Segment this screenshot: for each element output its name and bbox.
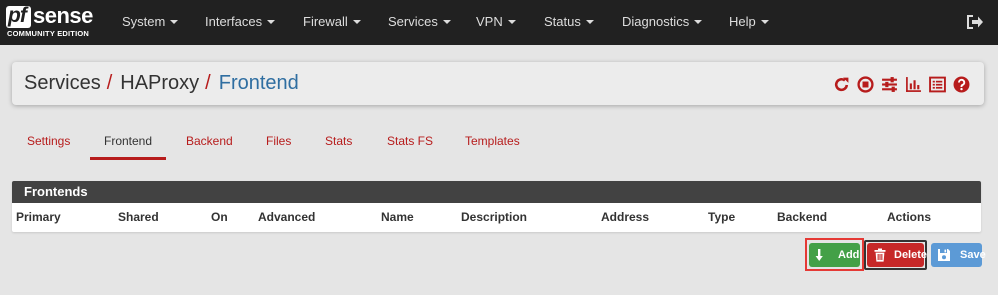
breadcrumb: Services / HAProxy / Frontend	[24, 71, 299, 95]
settings-sliders-icon[interactable]	[881, 76, 898, 93]
column-header-advanced: Advanced	[258, 210, 316, 224]
tab-stats[interactable]: Stats	[325, 134, 352, 148]
stop-icon[interactable]	[857, 75, 874, 93]
delete-button-label: Delete	[894, 249, 928, 261]
nav-menu-label: Diagnostics	[622, 14, 690, 29]
logo-name: sense	[33, 3, 93, 28]
nav-menu-diagnostics[interactable]: Diagnostics	[622, 14, 703, 29]
nav-menu-label: Services	[388, 14, 438, 29]
nav-menu-label: System	[122, 14, 166, 29]
arrow-down-icon	[815, 249, 823, 261]
tab-frontend[interactable]: Frontend	[104, 134, 152, 148]
tab-templates[interactable]: Templates	[465, 134, 520, 148]
top-navbar: pf sense COMMUNITY EDITION System Interf…	[0, 0, 998, 45]
caret-down-icon	[442, 19, 451, 24]
breadcrumb-separator: /	[205, 72, 211, 94]
tab-files[interactable]: Files	[266, 134, 291, 148]
breadcrumb-separator: /	[106, 72, 113, 94]
nav-menu-help[interactable]: Help	[729, 14, 769, 29]
tab-stats-fs[interactable]: Stats FS	[387, 134, 433, 148]
save-button[interactable]: Save	[931, 243, 986, 267]
caret-down-icon	[585, 19, 594, 24]
column-header-address: Address	[601, 210, 650, 224]
column-header-name: Name	[381, 210, 414, 224]
tab-settings[interactable]: Settings	[27, 134, 70, 148]
nav-menu-services[interactable]: Services	[388, 14, 451, 29]
add-button-label: Add	[838, 249, 860, 261]
nav-menu-label: Firewall	[303, 14, 348, 29]
caret-down-icon	[760, 19, 769, 24]
pfsense-logo[interactable]: pf sense COMMUNITY EDITION	[6, 5, 98, 41]
nav-menu-vpn[interactable]: VPN	[476, 14, 516, 29]
breadcrumb-panel: Services / HAProxy / Frontend	[12, 62, 984, 105]
nav-menu-interfaces[interactable]: Interfaces	[205, 14, 276, 29]
list-icon[interactable]	[929, 76, 946, 93]
logo-edition: COMMUNITY EDITION	[7, 29, 90, 38]
column-header-description: Description	[461, 210, 528, 224]
caret-down-icon	[352, 19, 361, 24]
column-header-backend: Backend	[777, 210, 828, 224]
nav-menu-label: Help	[729, 14, 756, 29]
nav-menu-system[interactable]: System	[122, 14, 179, 29]
frontends-panel: Frontends Primary Shared On Advanced Nam…	[12, 181, 981, 232]
breadcrumb-item-services[interactable]: Services	[24, 72, 101, 94]
breadcrumb-shortcuts	[833, 74, 970, 94]
nav-menu-label: Interfaces	[205, 14, 263, 29]
caret-down-icon	[507, 19, 516, 24]
nav-menu-firewall[interactable]: Firewall	[303, 14, 361, 29]
add-button[interactable]: Add	[809, 243, 860, 267]
breadcrumb-item-haproxy[interactable]: HAProxy	[120, 72, 199, 94]
column-header-type: Type	[708, 210, 736, 224]
refresh-icon[interactable]	[833, 76, 850, 93]
nav-menu-label: VPN	[476, 14, 503, 29]
breadcrumb-item-frontend[interactable]: Frontend	[219, 72, 299, 94]
caret-down-icon	[267, 19, 276, 24]
nav-menu-label: Status	[544, 14, 581, 29]
trash-icon	[874, 248, 886, 262]
delete-button[interactable]: Delete	[867, 243, 928, 267]
help-icon[interactable]	[953, 76, 970, 93]
nav-menu-status[interactable]: Status	[544, 14, 594, 29]
save-button-label: Save	[960, 249, 986, 261]
column-header-on: On	[211, 210, 228, 224]
chart-icon[interactable]	[905, 76, 922, 93]
logo-prefix: pf	[8, 4, 27, 27]
column-header-actions: Actions	[887, 210, 932, 224]
logout-icon[interactable]	[966, 14, 984, 30]
caret-down-icon	[170, 19, 179, 24]
panel-title: Frontends	[12, 181, 981, 203]
caret-down-icon	[694, 19, 703, 24]
tab-backend[interactable]: Backend	[186, 134, 233, 148]
column-header-shared: Shared	[118, 210, 159, 224]
active-tab-indicator	[90, 157, 166, 160]
column-header-primary: Primary	[16, 210, 61, 224]
save-disk-icon	[938, 249, 950, 261]
